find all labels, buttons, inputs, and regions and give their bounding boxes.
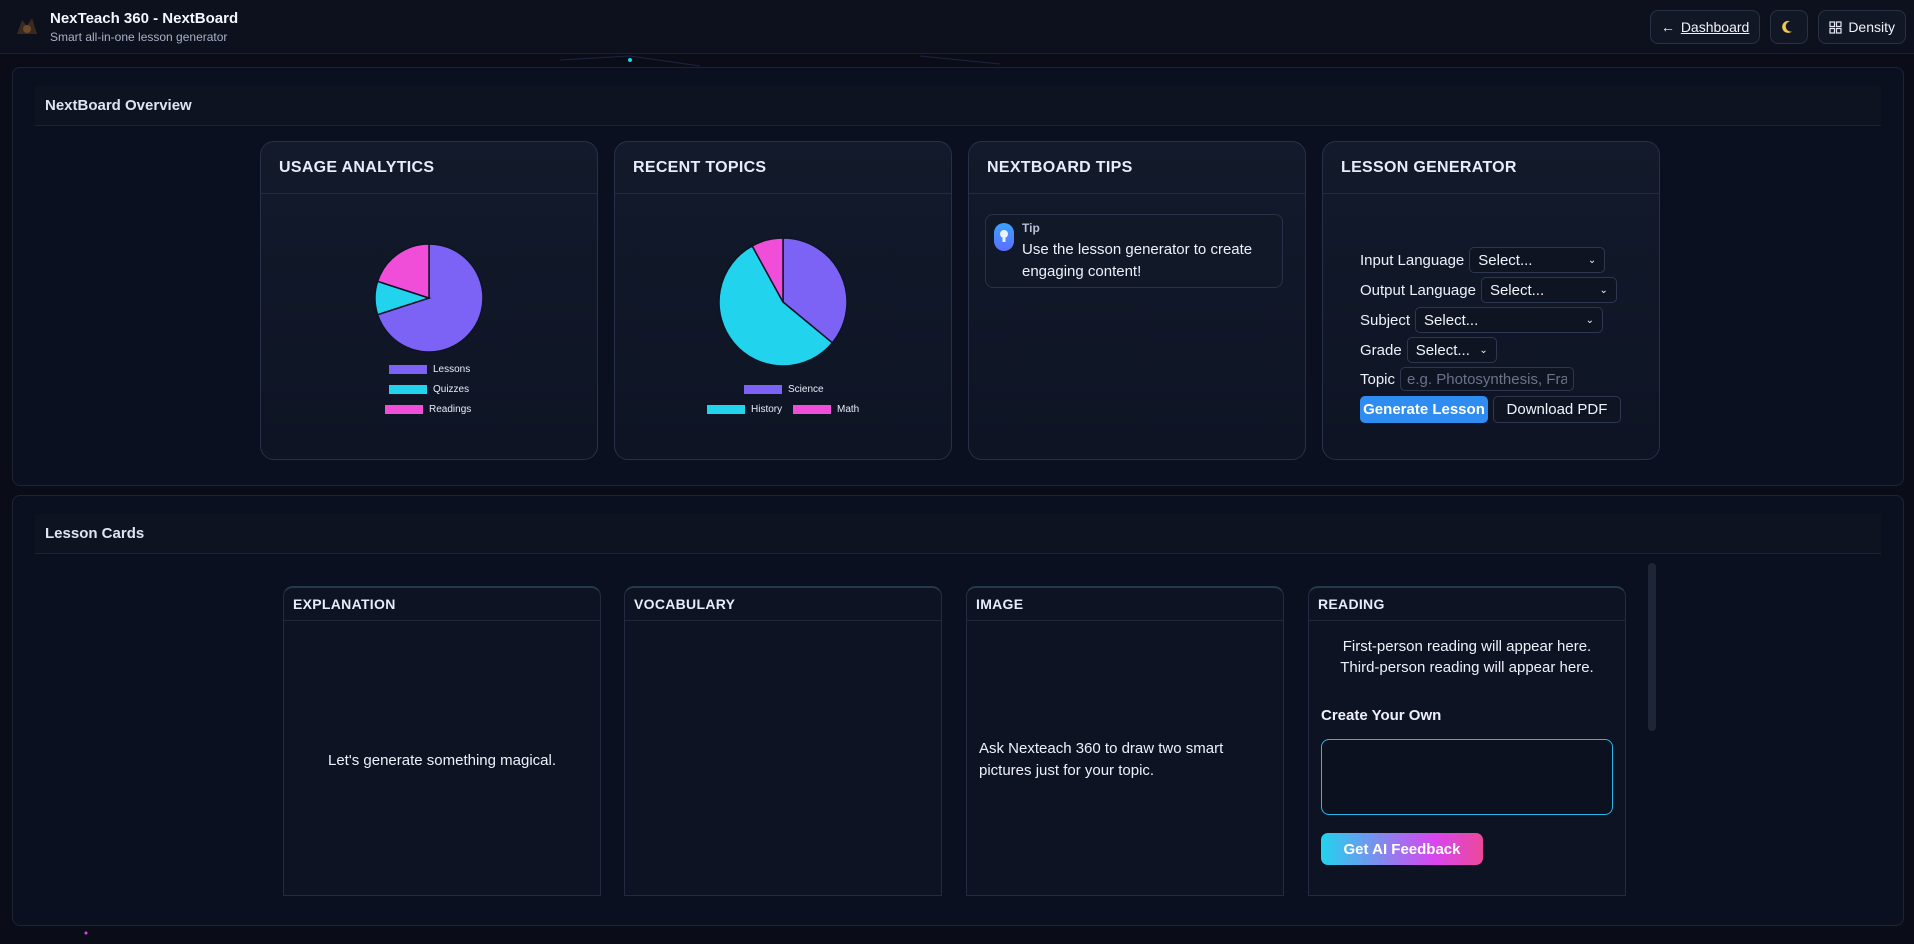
image-card: IMAGE Ask Nexteach 360 to draw two smart… (966, 586, 1284, 896)
input-language-select[interactable]: Select... ⌄ (1469, 247, 1606, 273)
top-bar: NexTeach 360 - NextBoard Smart all-in-on… (0, 0, 1914, 54)
get-ai-feedback-button[interactable]: Get AI Feedback (1321, 833, 1483, 865)
legend-readings: Readings (385, 404, 471, 415)
lesson-generator-title: LESSON GENERATOR (1323, 142, 1659, 194)
dashboard-label: Dashboard (1680, 19, 1750, 35)
output-language-label: Output Language (1360, 281, 1476, 299)
brand: NexTeach 360 - NextBoard Smart all-in-on… (50, 10, 238, 44)
recent-topics-title: RECENT TOPICS (615, 142, 951, 194)
topic-input[interactable] (1400, 367, 1575, 391)
grid-icon (1829, 20, 1842, 34)
image-text: Ask Nexteach 360 to draw two smart pictu… (979, 740, 1224, 779)
grade-value: Select... (1415, 341, 1470, 359)
overview-title: NextBoard Overview (35, 86, 1881, 126)
topic-label: Topic (1360, 370, 1396, 388)
reading-title: READING (1309, 588, 1625, 621)
third-person-reading: Third-person reading will appear here. (1340, 659, 1594, 676)
grade-row: Grade Select... ⌄ (1360, 337, 1497, 363)
arrow-left-icon: ← (1660, 19, 1675, 35)
input-language-label: Input Language (1360, 251, 1465, 269)
explanation-text: Let's generate something magical. (328, 752, 556, 769)
legend-math: Math (793, 404, 859, 415)
legend-history-label: History (751, 404, 783, 415)
lesson-generator-card: LESSON GENERATOR Input Language Select..… (1322, 141, 1660, 460)
subject-label: Subject (1360, 311, 1411, 329)
generate-lesson-button[interactable]: Generate Lesson (1360, 396, 1488, 423)
subject-select[interactable]: Select... ⌄ (1415, 307, 1604, 333)
density-label: Density (1848, 19, 1895, 35)
legend-lessons: Lessons (389, 364, 470, 375)
vocabulary-title: VOCABULARY (625, 588, 941, 621)
create-your-own-textarea[interactable] (1321, 739, 1613, 815)
subject-row: Subject Select... ⌄ (1360, 307, 1604, 333)
overview-section: NextBoard Overview USAGE ANALYTICS Lesso… (12, 67, 1904, 486)
legend-lessons-label: Lessons (433, 364, 471, 375)
download-pdf-button[interactable]: Download PDF (1493, 396, 1621, 423)
top-actions: ← Dashboard Density (1649, 10, 1906, 44)
first-person-reading: First-person reading will appear here. (1342, 638, 1592, 655)
generator-actions: Generate Lesson Download PDF (1360, 396, 1621, 423)
input-language-value: Select... (1478, 251, 1533, 269)
output-language-row: Output Language Select... ⌄ (1360, 277, 1617, 303)
legend-quizzes: Quizzes (389, 384, 469, 395)
theme-toggle-button[interactable] (1770, 10, 1809, 44)
usage-analytics-title: USAGE ANALYTICS (261, 142, 597, 194)
explanation-title: EXPLANATION (284, 588, 600, 621)
density-button[interactable]: Density (1818, 10, 1906, 44)
subject-value: Select... (1424, 311, 1479, 329)
topic-row: Topic (1360, 367, 1575, 391)
lightbulb-icon (994, 223, 1014, 251)
reading-card: READING First-person reading will appear… (1308, 586, 1626, 896)
lesson-cards-scrollbar[interactable] (1648, 563, 1656, 731)
tip-box: Tip Use the lesson generator to create e… (985, 214, 1283, 288)
nextboard-tips-card: NEXTBOARD TIPS Tip Use the lesson genera… (968, 141, 1306, 460)
legend-history: History (707, 404, 782, 415)
image-title: IMAGE (967, 588, 1283, 621)
grade-label: Grade (1360, 341, 1402, 359)
explanation-card: EXPLANATION Let's generate something mag… (283, 586, 601, 896)
topics-pie-chart (718, 237, 848, 367)
legend-readings-label: Readings (429, 404, 472, 415)
chevron-down-icon: ⌄ (1599, 284, 1608, 296)
lesson-cards-title: Lesson Cards (35, 514, 1881, 554)
chevron-down-icon: ⌄ (1585, 314, 1595, 326)
usage-analytics-card: USAGE ANALYTICS Lessons Quizzes Readings (260, 141, 598, 460)
tip-label: Tip (1022, 221, 1040, 235)
legend-science-label: Science (788, 384, 824, 395)
output-language-select[interactable]: Select... ⌄ (1480, 277, 1617, 303)
vocabulary-card: VOCABULARY (624, 586, 942, 896)
create-your-own-label: Create Your Own (1321, 707, 1442, 724)
legend-math-label: Math (837, 404, 860, 415)
logo-icon (17, 17, 37, 34)
moon-icon (1782, 20, 1793, 33)
legend-quizzes-label: Quizzes (433, 384, 470, 395)
input-language-row: Input Language Select... ⌄ (1360, 247, 1606, 273)
legend-science: Science (744, 384, 824, 395)
tip-text: Use the lesson generator to create engag… (1022, 241, 1253, 280)
chevron-down-icon: ⌄ (1479, 344, 1488, 356)
grade-select[interactable]: Select... ⌄ (1406, 337, 1497, 363)
dashboard-button[interactable]: ← Dashboard (1649, 10, 1761, 44)
chevron-down-icon: ⌄ (1587, 254, 1597, 266)
app-subtitle: Smart all-in-one lesson generator (50, 29, 228, 44)
output-language-value: Select... (1489, 281, 1545, 299)
recent-topics-card: RECENT TOPICS Science History Math (614, 141, 952, 460)
nextboard-tips-title: NEXTBOARD TIPS (969, 142, 1305, 194)
app-title: NexTeach 360 - NextBoard (50, 9, 239, 27)
